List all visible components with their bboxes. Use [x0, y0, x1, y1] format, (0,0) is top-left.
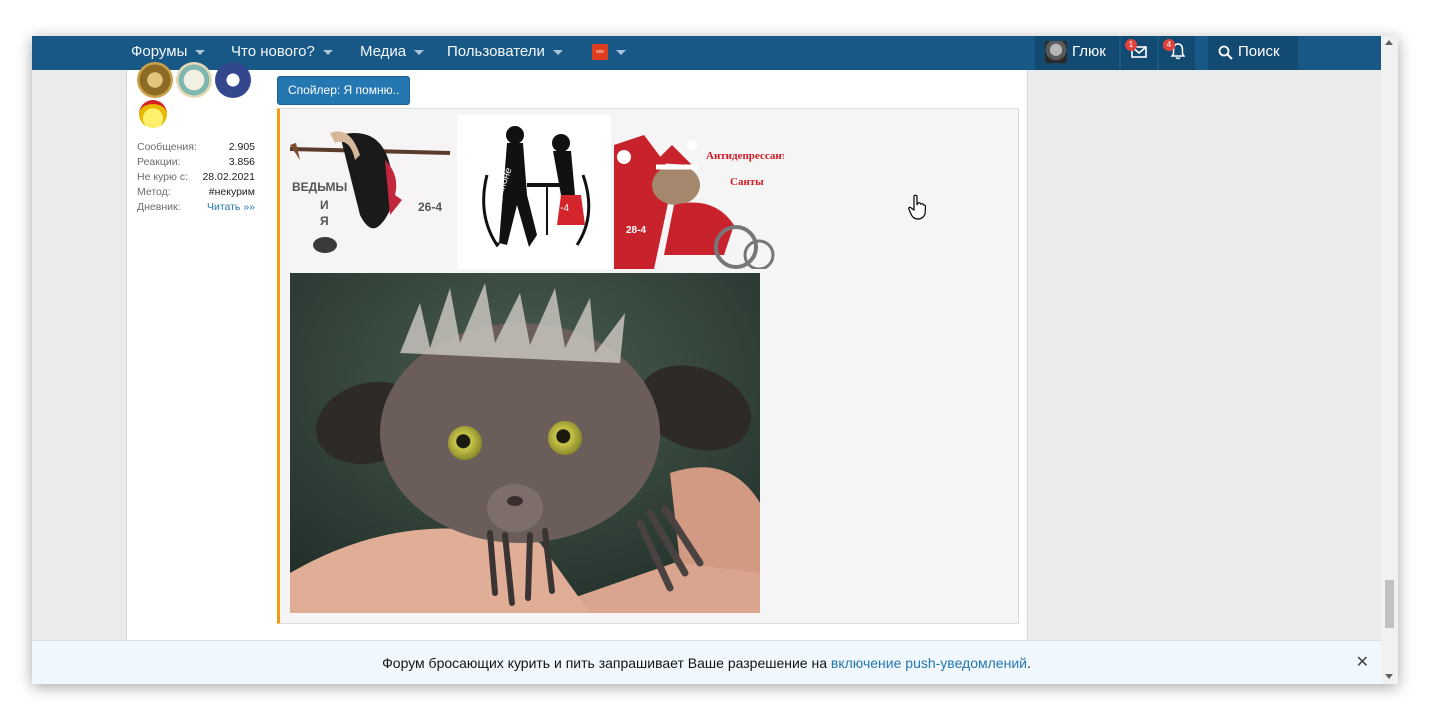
- trophy-icon[interactable]: [176, 62, 212, 98]
- sig3-date: 28-4: [626, 225, 646, 236]
- sig3-title: Антидепрессанты: [706, 150, 784, 162]
- push-tail: .: [1026, 655, 1031, 671]
- sig1-date: 26-4: [418, 200, 442, 214]
- username: Глюк: [1072, 43, 1106, 60]
- sos-icon: sos: [592, 44, 608, 61]
- cafe-image: На районе 27-4: [457, 115, 611, 269]
- scroll-thumb[interactable]: [1385, 580, 1394, 628]
- alerts-button[interactable]: 4: [1159, 36, 1195, 70]
- stat-quit-date: Не курю с: 28.02.2021: [137, 170, 255, 185]
- stat-diary: Дневник: Читать »»: [137, 200, 255, 215]
- stat-value: 3.856: [228, 156, 255, 168]
- scroll-up-icon[interactable]: [1385, 40, 1393, 45]
- nav-whats-new-label: Что нового?: [231, 43, 315, 60]
- sig2-date: 27-4: [549, 203, 569, 214]
- nav-sos[interactable]: sos: [592, 36, 626, 70]
- trophy-icon[interactable]: [137, 62, 173, 98]
- nav-whats-new[interactable]: Что нового?: [231, 36, 333, 70]
- stat-reactions: Реакции: 3.856: [137, 155, 255, 170]
- sig1-mid: И: [320, 198, 329, 212]
- stat-label: Реакции:: [137, 156, 181, 168]
- user-stats: Сообщения: 2.905 Реакции: 3.856 Не курю с:…: [137, 140, 255, 215]
- spoiler-content: ВЕДЬМЫ И Я 26-4 На районе 27-4 Антидепре…: [277, 108, 1019, 624]
- stat-messages: Сообщения: 2.905: [137, 140, 255, 155]
- grumpy-santa-image: Антидепрессанты Санты 28-4: [614, 115, 784, 269]
- sig1-title: ВЕДЬМЫ: [292, 180, 347, 194]
- user-menu[interactable]: Глюк: [1035, 36, 1119, 70]
- hand-cursor-icon: [908, 194, 926, 220]
- scroll-down-icon[interactable]: [1385, 674, 1393, 679]
- trophy-icon[interactable]: [215, 62, 251, 98]
- chevron-down-icon[interactable]: [616, 49, 626, 55]
- couple-illustration: На районе 27-4: [457, 115, 611, 269]
- sig1-low: Я: [320, 214, 329, 228]
- grumpy-cat-illustration: Антидепрессанты Санты 28-4: [614, 115, 784, 269]
- nav-users[interactable]: Пользователи: [447, 36, 563, 70]
- medal-icon[interactable]: [139, 100, 167, 128]
- search-icon: [1218, 45, 1233, 60]
- witch-illustration: ВЕДЬМЫ И Я 26-4: [290, 115, 456, 269]
- aye-aye-illustration: [290, 273, 760, 613]
- stat-label: Дневник:: [137, 201, 181, 213]
- stat-label: Не курю с:: [137, 171, 188, 183]
- stat-label: Сообщения:: [137, 141, 197, 153]
- close-icon[interactable]: ✕: [1356, 641, 1369, 684]
- search-label: Поиск: [1238, 43, 1280, 60]
- stat-value: 28.02.2021: [202, 171, 255, 183]
- push-text: Форум бросающих курить и пить запрашивае…: [382, 655, 831, 671]
- search-button[interactable]: Поиск: [1208, 36, 1298, 70]
- alerts-badge: 4: [1163, 39, 1175, 51]
- witches-image: ВЕДЬМЫ И Я 26-4: [290, 115, 456, 269]
- sig3-subtitle: Санты: [730, 176, 764, 188]
- stat-method: Метод: #некурим: [137, 185, 255, 200]
- inbox-badge: 1: [1125, 39, 1137, 51]
- chevron-down-icon[interactable]: [414, 49, 425, 55]
- chevron-down-icon[interactable]: [552, 49, 563, 55]
- chevron-down-icon[interactable]: [195, 49, 206, 55]
- stat-label: Метод:: [137, 186, 171, 198]
- nav-forums-label: Форумы: [131, 43, 188, 60]
- browser-viewport: Форумы Что нового? Медиа Пользователи so…: [32, 36, 1398, 684]
- nav-media-label: Медиа: [360, 43, 407, 60]
- push-enable-link[interactable]: включение push-уведомлений: [831, 655, 1027, 671]
- user-info-sidebar: Сообщения: 2.905 Реакции: 3.856 Не курю с:…: [126, 62, 268, 684]
- spoiler-button[interactable]: Спойлер: Я помню..: [277, 76, 411, 105]
- chevron-down-icon[interactable]: [322, 49, 333, 55]
- diary-link[interactable]: Читать »»: [207, 200, 255, 215]
- avatar: [1045, 41, 1067, 64]
- push-notice: Форум бросающих курить и пить запрашивае…: [32, 640, 1381, 684]
- post-content: Спойлер: Я помню.. ВЕДЬМЫ И Я 26-4 На ра…: [267, 70, 1028, 684]
- page-scrollbar[interactable]: [1381, 36, 1398, 684]
- nav-users-label: Пользователи: [447, 43, 545, 60]
- stat-value: 2.905: [228, 141, 255, 153]
- inbox-button[interactable]: 1: [1121, 36, 1157, 70]
- aye-aye-photo: [290, 273, 760, 613]
- stat-value: #некурим: [208, 186, 255, 198]
- nav-media[interactable]: Медиа: [360, 36, 425, 70]
